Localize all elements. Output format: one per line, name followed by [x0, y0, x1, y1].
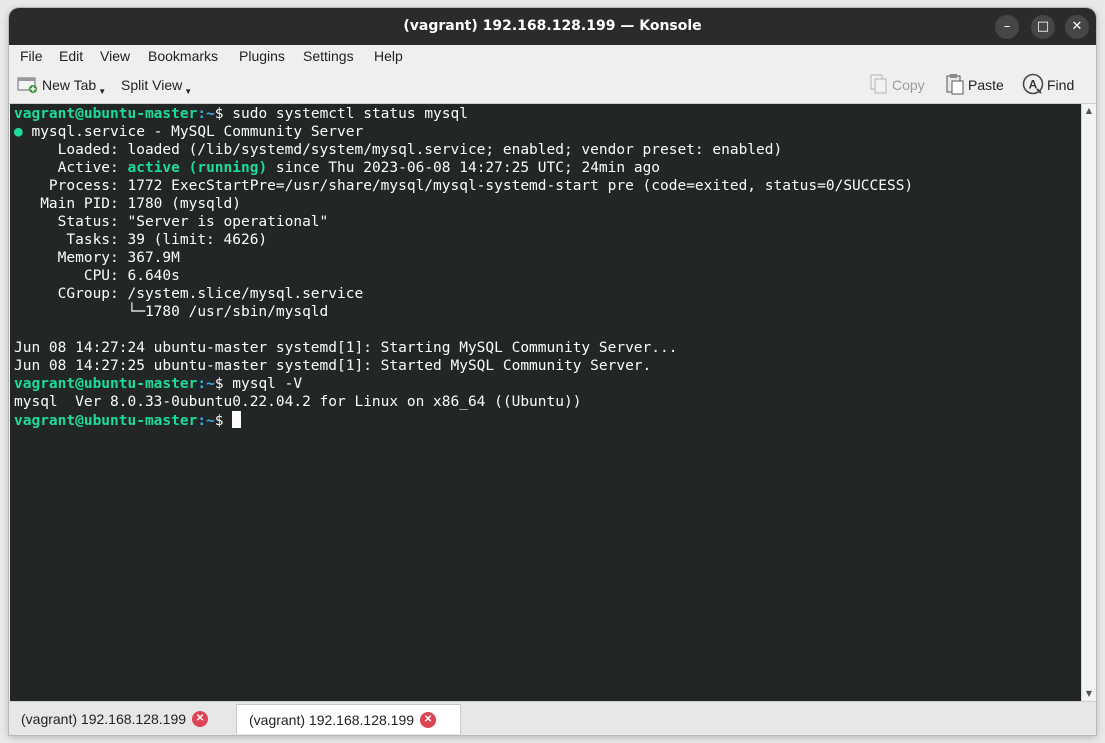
tab-label: (vagrant) 192.168.128.199	[21, 711, 187, 727]
terminal-line: mysql Ver 8.0.33-0ubuntu0.22.04.2 for Li…	[14, 394, 582, 410]
prompt-path: :~	[197, 106, 215, 122]
terminal-line: Process: 1772 ExecStartPre=/usr/share/my…	[14, 178, 914, 194]
terminal-line: Tasks: 39 (limit: 4626)	[14, 232, 268, 248]
split-view-label: Split View	[121, 77, 183, 93]
copy-icon	[869, 73, 889, 98]
find-button[interactable]: A Find	[1022, 67, 1074, 103]
prompt-path: :~	[197, 413, 215, 429]
prompt-user: vagrant@ubuntu-master	[14, 413, 198, 429]
menu-bookmarks[interactable]: Bookmarks	[148, 45, 218, 67]
close-tab-icon[interactable]: ✕	[420, 711, 437, 728]
toolbar: New Tab ▼ Split View ▼ Copy Paste A Find	[9, 67, 1096, 104]
tab-session-2[interactable]: (vagrant) 192.168.128.199 ✕	[236, 704, 461, 734]
menu-edit[interactable]: Edit	[59, 45, 83, 67]
tab-bar: (vagrant) 192.168.128.199 ✕ (vagrant) 19…	[9, 701, 1096, 735]
prompt-path: :~	[197, 376, 215, 392]
menu-file[interactable]: File	[20, 45, 43, 67]
menu-bar: File Edit View Bookmarks Plugins Setting…	[9, 45, 1096, 67]
active-state: active (running)	[127, 160, 268, 176]
terminal-line: CPU: 6.640s	[14, 268, 180, 284]
command-text: mysql -V	[232, 376, 303, 392]
new-tab-button[interactable]: New Tab ▼	[17, 67, 106, 103]
paste-label: Paste	[968, 77, 1004, 93]
konsole-window: (vagrant) 192.168.128.199 — Konsole – □ …	[9, 8, 1096, 735]
terminal-line: Jun 08 14:27:24 ubuntu-master systemd[1]…	[14, 340, 678, 356]
terminal-line: vagrant@ubuntu-master:~$	[14, 411, 242, 429]
terminal-line: └─1780 /usr/sbin/mysqld	[14, 304, 329, 320]
paste-icon	[945, 73, 965, 98]
copy-button[interactable]: Copy	[869, 67, 925, 103]
new-tab-label: New Tab	[42, 77, 97, 93]
terminal-line: Active: active (running) since Thu 2023-…	[14, 159, 660, 177]
active-label: Active:	[14, 160, 128, 176]
tab-label: (vagrant) 192.168.128.199	[249, 711, 415, 728]
prompt-user: vagrant@ubuntu-master	[14, 376, 198, 392]
find-label: Find	[1047, 77, 1075, 93]
menu-view[interactable]: View	[100, 45, 130, 67]
terminal-line: vagrant@ubuntu-master:~$ sudo systemctl …	[14, 105, 468, 123]
menu-help[interactable]: Help	[374, 45, 403, 67]
title-bar[interactable]: (vagrant) 192.168.128.199 — Konsole – □ …	[9, 8, 1096, 45]
new-tab-icon	[17, 74, 39, 97]
chevron-down-icon: ▼	[184, 86, 193, 96]
menu-plugins[interactable]: Plugins	[239, 45, 285, 67]
active-rest: since Thu 2023-06-08 14:27:25 UTC; 24min…	[267, 160, 661, 176]
menu-settings[interactable]: Settings	[303, 45, 354, 67]
terminal-output[interactable]: vagrant@ubuntu-master:~$ sudo systemctl …	[10, 104, 1081, 701]
prompt-symbol: $	[214, 106, 233, 122]
window-title: (vagrant) 192.168.128.199 — Konsole	[403, 18, 702, 34]
find-icon: A	[1022, 73, 1044, 98]
terminal-cursor	[232, 411, 242, 428]
scroll-up-icon[interactable]: ▲	[1082, 104, 1096, 118]
terminal-line: Memory: 367.9M	[14, 250, 180, 266]
close-button[interactable]: ✕	[1065, 15, 1089, 39]
prompt-symbol: $	[214, 413, 233, 429]
terminal-scrollbar[interactable]: ▲ ▼	[1081, 104, 1096, 701]
terminal-line: Main PID: 1780 (mysqld)	[14, 196, 241, 212]
svg-text:A: A	[1029, 77, 1038, 91]
terminal-line: Status: "Server is operational"	[14, 214, 329, 230]
status-dot-icon: ●	[14, 124, 23, 140]
terminal-line: vagrant@ubuntu-master:~$ mysql -V	[14, 375, 302, 393]
terminal-line: CGroup: /system.slice/mysql.service	[14, 286, 364, 302]
split-view-button[interactable]: Split View ▼	[121, 67, 192, 103]
terminal-line: ● mysql.service - MySQL Community Server	[14, 123, 363, 141]
tab-session-1[interactable]: (vagrant) 192.168.128.199 ✕	[9, 704, 236, 734]
close-tab-icon[interactable]: ✕	[192, 711, 209, 727]
command-text: sudo systemctl status mysql	[232, 106, 468, 122]
copy-label: Copy	[892, 77, 925, 93]
prompt-symbol: $	[214, 376, 233, 392]
terminal-line: Loaded: loaded (/lib/systemd/system/mysq…	[14, 142, 783, 158]
prompt-user: vagrant@ubuntu-master	[14, 106, 198, 122]
paste-button[interactable]: Paste	[945, 67, 1004, 103]
service-text: mysql.service - MySQL Community Server	[22, 124, 364, 140]
chevron-down-icon: ▼	[98, 86, 107, 96]
terminal-line: Jun 08 14:27:25 ubuntu-master systemd[1]…	[14, 358, 652, 374]
minimize-button[interactable]: –	[995, 15, 1019, 39]
maximize-button[interactable]: □	[1031, 15, 1055, 39]
scroll-down-icon[interactable]: ▼	[1082, 687, 1096, 701]
